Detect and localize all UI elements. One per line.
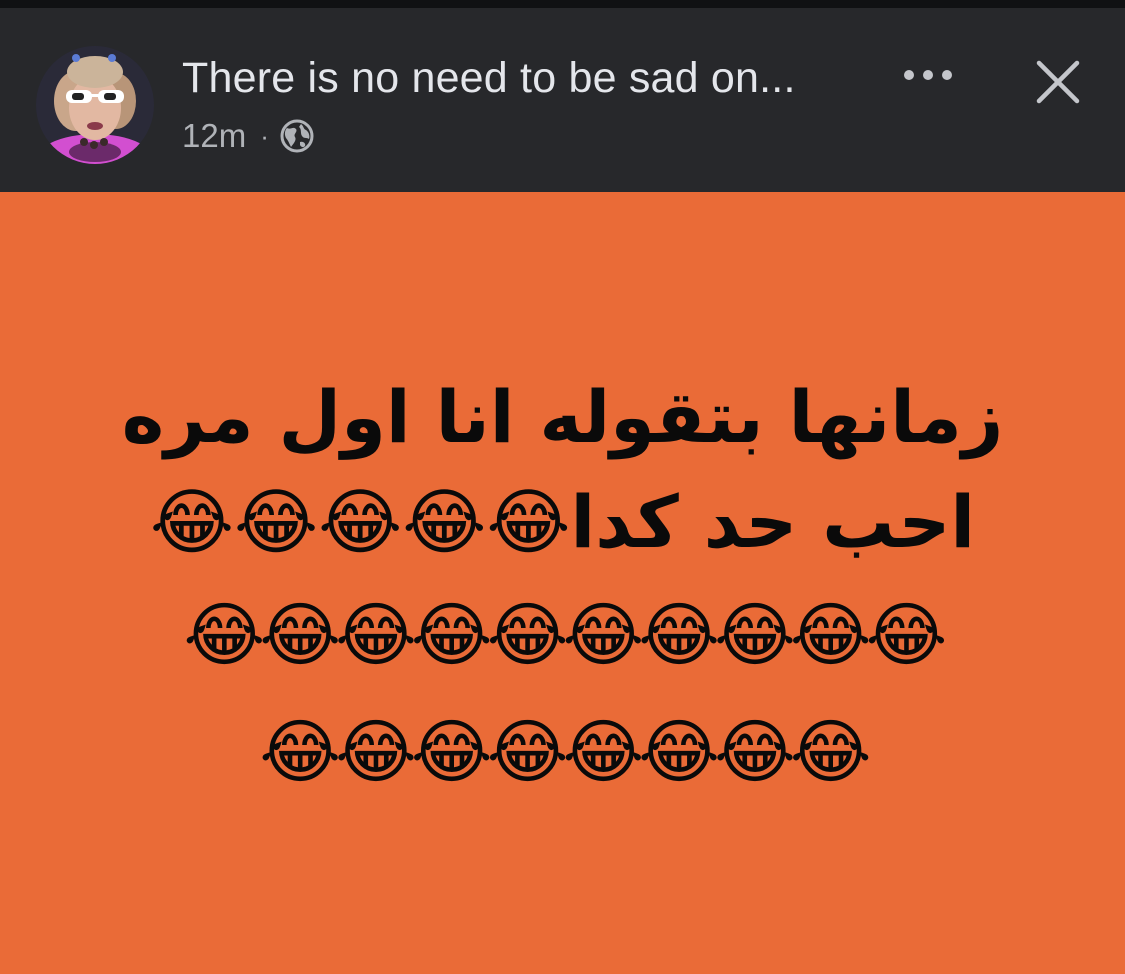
close-button[interactable]: [1030, 54, 1086, 110]
post-text-line-1: زمانها بتقوله انا اول مره: [121, 375, 1004, 459]
post-title[interactable]: There is no need to be sad on...: [182, 54, 796, 103]
post-viewer: There is no need to be sad on... 12m · ز…: [0, 0, 1125, 974]
globe-icon[interactable]: [279, 118, 315, 154]
post-text-line-2: احب حد كدا😂😂😂😂😂: [0, 477, 1125, 567]
status-strip: [0, 0, 1125, 8]
post-emoji-row-1: 😂😂😂😂😂: [149, 480, 571, 564]
post-timestamp[interactable]: 12m: [182, 117, 246, 155]
post-emoji-row-3: 😂😂😂😂😂😂😂😂: [259, 711, 871, 793]
meta-separator: ·: [260, 120, 269, 151]
avatar[interactable]: [36, 46, 154, 164]
avatar-image: [36, 46, 154, 164]
post-content: زمانها بتقوله انا اول مره احب حد كدا😂😂😂😂…: [0, 192, 1125, 974]
post-text-line-2-text: احب حد كدا: [570, 480, 976, 564]
post-emoji-row-2: 😂😂😂😂😂😂😂😂😂😂: [183, 594, 948, 676]
more-horizontal-icon: [904, 70, 952, 80]
post-header: There is no need to be sad on... 12m ·: [0, 8, 1125, 192]
post-meta: 12m ·: [182, 116, 315, 156]
close-icon: [1036, 60, 1080, 104]
more-options-button[interactable]: [896, 58, 960, 92]
